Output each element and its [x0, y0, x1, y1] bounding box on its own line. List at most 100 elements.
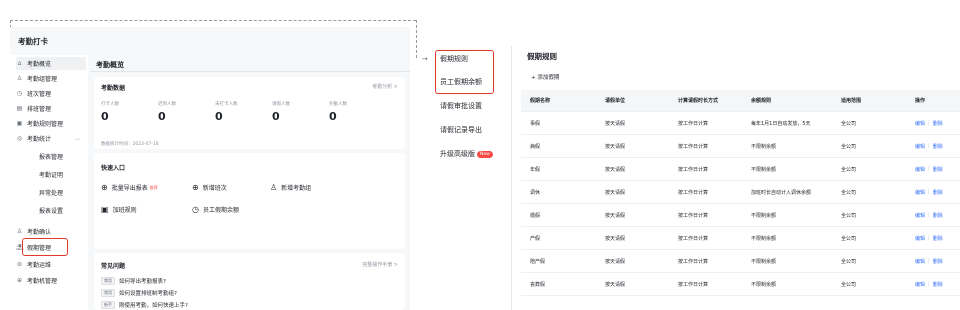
column-header: 操作 — [915, 98, 926, 104]
delete-link[interactable]: 删除 — [933, 235, 943, 242]
edit-link[interactable]: 编辑 — [915, 235, 925, 242]
batch-export-button[interactable]: ⊕ 批量导出报表 推荐 — [101, 183, 158, 192]
delete-link[interactable]: 删除 — [933, 258, 943, 265]
overtime-rule-button[interactable]: ▣ 加班规则 — [101, 205, 137, 214]
delete-link[interactable]: 删除 — [933, 212, 943, 219]
delete-link[interactable]: 删除 — [933, 281, 943, 288]
table-cell: 按工作日计算 — [678, 189, 709, 196]
table-cell: 全公司 — [841, 212, 857, 219]
table-cell: 全公司 — [841, 258, 857, 265]
menu-item-leave-export[interactable]: 请假记录导出 — [440, 125, 482, 135]
sidebar-item-confirm[interactable]: ♙ 考勤确认 — [16, 225, 86, 238]
overtime-icon: ▣ — [101, 205, 109, 214]
add-vacation-button[interactable]: + 添加假期 — [531, 73, 559, 81]
table-cell: 按天请假 — [605, 189, 626, 196]
group-icon: ♙ — [16, 75, 23, 82]
sidebar-item-reports[interactable]: 报表管理 — [39, 150, 85, 163]
add-group-button[interactable]: ♙ 新增考勤组 — [270, 183, 311, 192]
table-cell: 全公司 — [841, 235, 857, 242]
edit-link[interactable]: 编辑 — [915, 189, 925, 196]
table-cell: 不限制余额 — [751, 258, 777, 265]
menu-item-upgrade[interactable]: 升级高级版 New — [440, 149, 493, 159]
divider — [90, 71, 410, 72]
sidebar: ⌂ 考勤概览 ♙ 考勤组管理 ◷ 班次管理 ▤ 排班管理 ▣ 考勤规则管理 ◎ 考勤统计 ︿ … — [10, 55, 88, 310]
separator: | — [928, 258, 930, 264]
faq-card: 常见问题 完整操作手册 > 常用 如何导出考勤报表? 常用 如何设置排班制考勤组? … — [94, 253, 405, 310]
table-cell: 每年1月1日自动发放，5天 — [751, 120, 811, 127]
delete-link[interactable]: 删除 — [933, 166, 943, 173]
edit-link[interactable]: 编辑 — [915, 212, 925, 219]
sidebar-item-shifts[interactable]: ◷ 班次管理 — [16, 87, 86, 100]
table-cell: 按工作日计算 — [678, 120, 709, 127]
edit-link[interactable]: 编辑 — [915, 281, 925, 288]
separator: | — [928, 281, 930, 287]
delete-link[interactable]: 删除 — [933, 143, 943, 150]
table-cell: 婚假 — [530, 212, 541, 219]
sidebar-item-ops[interactable]: ⊜ 考勤运维 — [16, 258, 86, 271]
table-cell: 年假 — [530, 166, 541, 173]
stat-missing: 未打卡人数 0 — [215, 102, 238, 123]
faq-item[interactable]: 常用 如何导出考勤报表? — [101, 277, 166, 285]
stats-icon: ◎ — [16, 135, 23, 142]
table-row: 病假 按天请假 按工作日计算 不限制余额 全公司 编辑 | 删除 — [521, 135, 960, 158]
delete-link[interactable]: 删除 — [933, 189, 943, 196]
sidebar-item-proof[interactable]: 考勤证明 — [39, 168, 85, 181]
edit-link[interactable]: 编辑 — [915, 166, 925, 173]
separator: | — [928, 189, 930, 195]
add-shift-button[interactable]: ⊕ 新增班次 — [192, 183, 227, 192]
card-title: 常见问题 — [101, 263, 126, 270]
edit-link[interactable]: 编辑 — [915, 258, 925, 265]
separator: | — [928, 166, 930, 172]
sidebar-item-report-settings[interactable]: 报表设置 — [39, 204, 85, 217]
table-cell: 加班时长自动计入调休余额 — [751, 189, 812, 196]
sidebar-item-devices[interactable]: ⊕ 考勤机管理 — [16, 274, 86, 287]
ops-icon: ⊜ — [16, 261, 23, 268]
table-cell: 按天请假 — [605, 166, 626, 173]
row-actions: 编辑 | 删除 — [915, 135, 943, 157]
sidebar-item-groups[interactable]: ♙ 考勤组管理 — [16, 72, 86, 85]
table-row: 陪产假 按天请假 按工作日计算 不限制余额 全公司 编辑 | 删除 — [521, 250, 960, 273]
sidebar-item-rules[interactable]: ▣ 考勤规则管理 — [16, 117, 86, 130]
faq-item[interactable]: 常用 如何设置排班制考勤组? — [101, 289, 177, 297]
device-icon: ⊕ — [16, 277, 23, 284]
stat-checkin: 打卡人数 0 — [101, 102, 119, 123]
manual-link[interactable]: 完整操作手册 > — [362, 261, 398, 268]
table-cell: 按天请假 — [605, 281, 626, 288]
table-row: 丧葬假 按天请假 按工作日计算 不限制余额 全公司 编辑 | 删除 — [521, 273, 960, 296]
sidebar-item-stats[interactable]: ◎ 考勤统计 ︿ — [16, 132, 86, 145]
column-header: 适用范围 — [841, 98, 862, 104]
attendance-data-card: 考勤数据 考勤分析 > 打卡人数 0 迟到人数 0 未打卡人数 0 请假人数 0 外勤人… — [94, 77, 405, 149]
column-header: 假期名称 — [530, 98, 551, 104]
table-cell: 不限制余额 — [751, 212, 777, 219]
analysis-link[interactable]: 考勤分析 > — [372, 83, 398, 90]
delete-link[interactable]: 删除 — [933, 120, 943, 127]
edit-link[interactable]: 编辑 — [915, 120, 925, 127]
confirm-icon: ♙ — [16, 228, 23, 235]
main-content: 考勤概览 考勤数据 考勤分析 > 打卡人数 0 迟到人数 0 未打卡人数 0 请假人数… — [90, 55, 410, 310]
table-row: 产假 按天请假 按工作日计算 不限制余额 全公司 编辑 | 删除 — [521, 227, 960, 250]
menu-item-approval-settings[interactable]: 请假审批设置 — [440, 101, 482, 111]
row-actions: 编辑 | 删除 — [915, 181, 943, 203]
table-cell: 全公司 — [841, 166, 857, 173]
column-header: 余额规则 — [751, 98, 772, 104]
row-actions: 编辑 | 删除 — [915, 250, 943, 272]
sidebar-item-schedule[interactable]: ▤ 排班管理 — [16, 102, 86, 115]
faq-item[interactable]: 新手 刚使用考勤，如何快速上手? — [101, 301, 188, 309]
menu-item-employee-balance[interactable]: 员工假期余额 — [440, 77, 482, 87]
separator: | — [928, 235, 930, 241]
chevron-up-icon: ︿ — [74, 136, 80, 142]
table-cell: 按工作日计算 — [678, 166, 709, 173]
connector-line — [10, 20, 416, 21]
table-cell: 按工作日计算 — [678, 281, 709, 288]
employee-balance-button[interactable]: ◷ 员工假期余额 — [192, 205, 239, 214]
edit-link[interactable]: 编辑 — [915, 143, 925, 150]
row-actions: 编辑 | 删除 — [915, 112, 943, 134]
clock-icon: ◷ — [192, 205, 199, 214]
sidebar-item-exceptions[interactable]: 异常处理 — [39, 186, 85, 199]
separator: | — [928, 212, 930, 218]
stat-leave: 请假人数 0 — [272, 102, 290, 123]
column-header: 计算请假时长方式 — [678, 98, 719, 104]
menu-item-vacation-rules[interactable]: 假期规则 — [440, 54, 468, 64]
sidebar-item-overview[interactable]: ⌂ 考勤概览 — [16, 57, 86, 70]
table-cell: 丧葬假 — [530, 281, 546, 288]
